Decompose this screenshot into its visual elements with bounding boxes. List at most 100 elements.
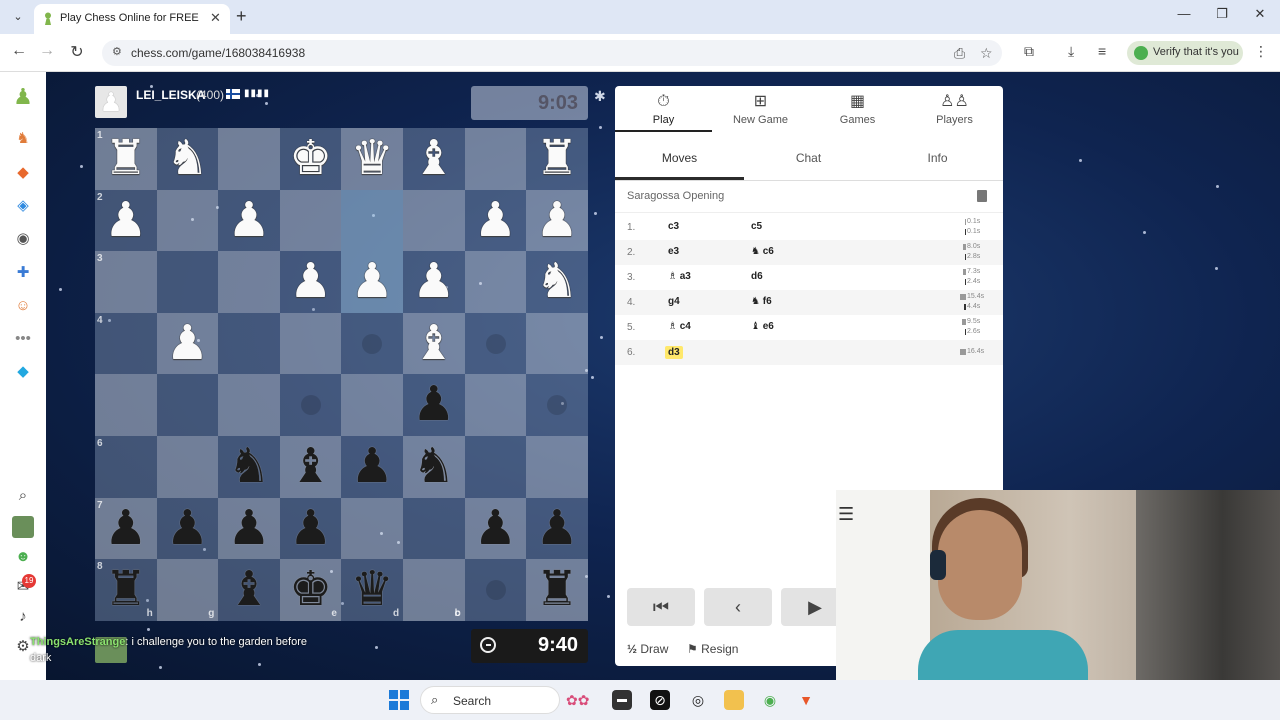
square-h2[interactable]: ♟ [526, 189, 588, 252]
square-a6[interactable] [95, 436, 157, 498]
black-bishop-piece[interactable]: ♝ [218, 559, 280, 621]
square-a5[interactable] [95, 374, 157, 436]
square-b1[interactable]: ♞ [156, 128, 219, 190]
black-move[interactable]: ♝ e6 [751, 321, 774, 332]
reload-button[interactable]: ↻ [66, 42, 88, 62]
black-knight-piece[interactable]: ♞ [218, 436, 280, 498]
square-a3[interactable] [95, 251, 157, 313]
black-rook-piece[interactable]: ♜ [526, 559, 588, 621]
black-pawn-piece[interactable]: ♟ [341, 436, 403, 498]
black-move[interactable]: c5 [751, 221, 762, 232]
terminal-icon[interactable]: ▬ [612, 690, 632, 710]
square-f4[interactable]: ♝ [403, 312, 465, 375]
square-d3[interactable]: ♟ [279, 251, 342, 313]
square-e6[interactable]: ♟ [341, 436, 403, 498]
white-move[interactable]: c3 [668, 221, 679, 232]
taskbar-search[interactable]: ⌕ Search [420, 686, 560, 714]
square-h8[interactable]: ♜ [526, 559, 588, 621]
chess-board[interactable]: ♜ ♞ ♚ ♛ ♝ ♜ ♟ ♟ ♟ ♟ ♟ ♟ ♟ ♞ ♟ ♝ ♟ ♞ ♝ ♟ ♞ ♟ ♟ ♟ ♟ ♟ ♟ ♜ ♝ ♚ ♛ ♜ 1 2 3 4 6 7 8 h… [95, 128, 588, 621]
square-a7[interactable]: ♟ [95, 497, 157, 560]
square-b7[interactable]: ♟ [156, 497, 219, 560]
square-g7[interactable]: ♟ [464, 497, 527, 560]
black-move[interactable]: ♞ f6 [751, 296, 772, 307]
opponent-name[interactable]: LEI_LEISKA [136, 88, 205, 102]
tab-close-icon[interactable]: ✕ [210, 10, 221, 26]
square-a1[interactable]: ♜ [95, 128, 157, 190]
square-b5[interactable] [156, 374, 219, 436]
square-c8[interactable]: ♝ [218, 559, 280, 621]
maximize-button[interactable]: ❐ [1208, 6, 1236, 22]
white-rook-piece[interactable]: ♜ [95, 128, 157, 190]
tab-new-game[interactable]: ⊞ New Game [712, 86, 809, 132]
puzzles-icon[interactable]: ◆ [12, 162, 34, 184]
white-bishop-piece[interactable]: ♝ [403, 128, 465, 190]
subtab-info[interactable]: Info [873, 146, 1002, 180]
square-h5[interactable] [526, 374, 588, 436]
black-move[interactable]: ♞ c6 [751, 246, 774, 257]
tab-players[interactable]: ♙♙ Players [906, 86, 1003, 132]
resign-button[interactable]: ⚑ Resign [687, 642, 738, 656]
white-knight-piece[interactable]: ♞ [157, 128, 219, 190]
white-pawn-piece[interactable]: ♟ [280, 251, 342, 313]
square-c2[interactable]: ♟ [218, 189, 280, 252]
square-f2[interactable] [403, 189, 465, 252]
white-bishop-piece[interactable]: ♝ [403, 313, 465, 375]
white-pawn-piece[interactable]: ♟ [218, 190, 280, 252]
square-h3[interactable]: ♞ [526, 251, 588, 313]
square-b4[interactable]: ♟ [156, 312, 219, 375]
verify-identity-button[interactable]: Verify that it's you [1127, 41, 1243, 65]
square-g3[interactable] [464, 251, 527, 313]
square-d6[interactable]: ♝ [279, 436, 342, 498]
square-a2[interactable]: ♟ [95, 189, 157, 252]
square-c7[interactable]: ♟ [218, 497, 280, 560]
square-f5[interactable]: ♟ [403, 374, 465, 436]
subtab-chat[interactable]: Chat [744, 146, 873, 180]
square-c4[interactable] [218, 312, 280, 375]
app-slash-icon[interactable]: ⊘ [650, 690, 670, 710]
white-move[interactable]: g4 [668, 296, 680, 307]
black-pawn-piece[interactable]: ♟ [218, 498, 280, 560]
watch-icon[interactable]: ◉ [12, 228, 34, 250]
browser-menu-icon[interactable]: ⋮ [1254, 43, 1268, 60]
square-g2[interactable]: ♟ [464, 189, 527, 252]
square-d5[interactable] [279, 374, 342, 436]
square-d4[interactable] [279, 312, 342, 375]
white-pawn-piece[interactable]: ♟ [403, 251, 465, 313]
square-d2[interactable] [279, 189, 342, 252]
square-g5[interactable] [464, 374, 527, 436]
social-icon[interactable]: ✚ [12, 262, 34, 284]
white-pawn-piece[interactable]: ♟ [157, 313, 219, 375]
white-move[interactable]: ♗ a3 [668, 271, 691, 282]
square-h7[interactable]: ♟ [526, 497, 588, 560]
square-e5[interactable] [341, 374, 403, 436]
black-pawn-piece[interactable]: ♟ [280, 498, 342, 560]
square-b6[interactable] [156, 436, 219, 498]
white-queen-piece[interactable]: ♛ [341, 128, 403, 190]
downloads-icon[interactable]: ⤓ [1068, 43, 1074, 60]
first-move-button[interactable]: ⏮ [627, 588, 695, 626]
square-c5[interactable] [218, 374, 280, 436]
hamburger-menu-icon[interactable]: ☰ [838, 504, 854, 525]
play-icon[interactable]: ♞ [12, 128, 34, 150]
more-icon[interactable]: ••• [12, 328, 34, 350]
black-move[interactable]: d6 [751, 271, 763, 282]
square-b3[interactable] [156, 251, 219, 313]
white-pawn-piece[interactable]: ♟ [341, 251, 403, 313]
black-pawn-piece[interactable]: ♟ [403, 374, 465, 436]
friends-icon[interactable]: ☻ [12, 546, 34, 568]
learn-icon[interactable]: ◈ [12, 195, 34, 217]
white-king-piece[interactable]: ♚ [280, 128, 342, 190]
tulips-widget-icon[interactable]: ✿✿ [566, 690, 589, 710]
black-knight-piece[interactable]: ♞ [403, 436, 465, 498]
square-h6[interactable] [526, 436, 588, 498]
board-settings-icon[interactable]: ✱ [594, 88, 606, 105]
new-tab-button[interactable]: + [236, 6, 247, 27]
tab-search-button[interactable]: ⌄ [8, 8, 28, 26]
address-bar[interactable]: ⚙ chess.com/game/168038416938 ⎙ ☆ [102, 40, 1002, 66]
square-c1[interactable] [218, 128, 280, 190]
square-b2[interactable] [156, 189, 219, 252]
black-bishop-piece[interactable]: ♝ [280, 436, 342, 498]
brave-icon[interactable]: ▼ [796, 690, 816, 710]
community-icon[interactable]: ☺ [12, 295, 34, 317]
square-f7[interactable] [403, 497, 465, 560]
